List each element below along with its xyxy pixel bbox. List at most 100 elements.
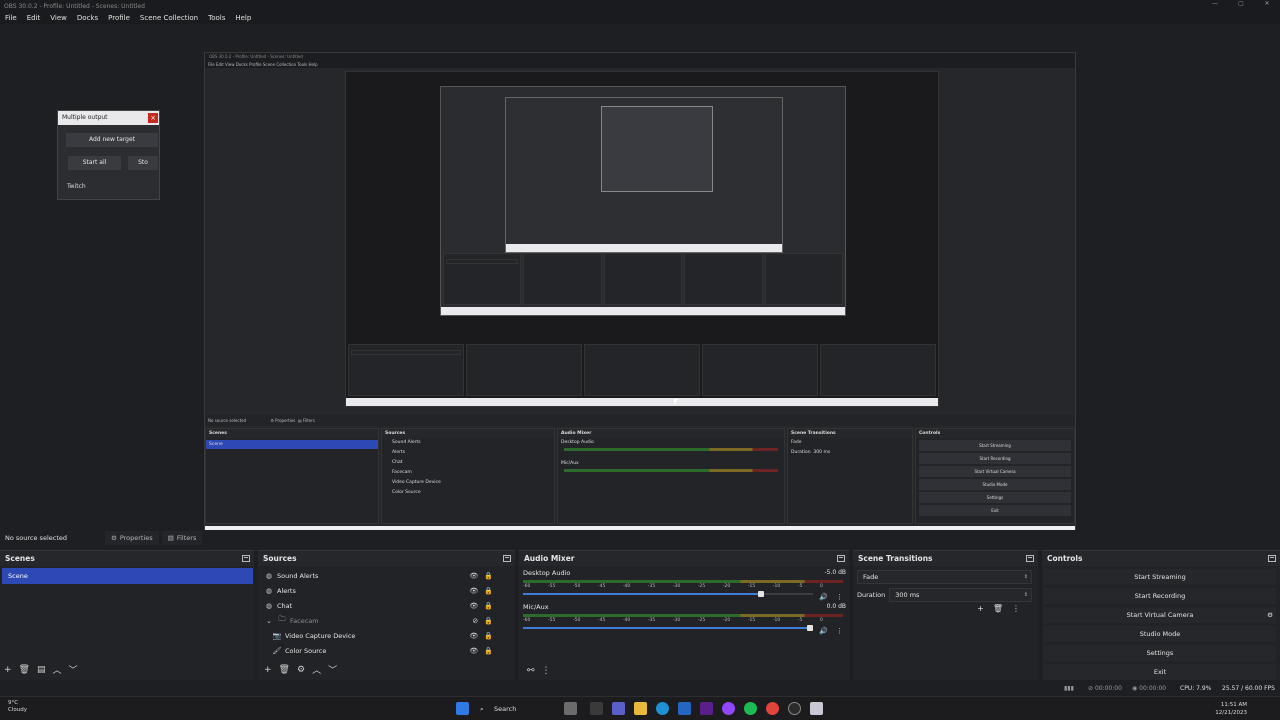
add-new-target-button[interactable]: Add new target — [66, 133, 158, 147]
track-name: Desktop Audio — [523, 569, 571, 577]
add-icon[interactable]: + — [977, 604, 984, 613]
app-icon[interactable] — [722, 702, 735, 715]
menu-scene-collection[interactable]: Scene Collection — [135, 12, 203, 24]
trash-icon[interactable]: 🗑 — [19, 665, 30, 675]
widget-icon[interactable] — [564, 702, 577, 715]
undock-icon[interactable] — [1268, 555, 1276, 562]
move-down-icon[interactable]: ﹀ — [328, 663, 337, 676]
menu-edit[interactable]: Edit — [22, 12, 46, 24]
source-group-row[interactable]: ⌄ 🗀 Facecam ⊘ 🔒 — [258, 613, 515, 628]
task-view-icon[interactable] — [590, 702, 603, 715]
file-explorer-icon[interactable] — [634, 702, 647, 715]
minimize-button[interactable]: — — [1202, 0, 1228, 7]
stop-all-button[interactable]: Sto — [128, 156, 158, 170]
link-icon[interactable]: ⚯ — [527, 666, 535, 676]
chevron-down-icon[interactable]: ⌄ — [264, 617, 274, 625]
weather-widget[interactable]: 9°C Cloudy — [8, 700, 27, 714]
start-streaming-button[interactable]: Start Streaming — [1044, 569, 1276, 585]
gear-icon[interactable]: ⚙ — [297, 665, 305, 675]
undock-icon[interactable] — [242, 555, 250, 562]
filter-icon[interactable]: ▤ — [37, 665, 46, 675]
start-all-button[interactable]: Start all — [68, 156, 121, 170]
nested-preview-3 — [505, 97, 783, 253]
app-icon[interactable] — [810, 702, 823, 715]
trash-icon[interactable]: 🗑 — [279, 665, 290, 675]
trash-icon[interactable]: 🗑 — [993, 604, 1003, 613]
studio-mode-button[interactable]: Studio Mode — [1044, 626, 1276, 642]
speaker-icon[interactable]: 🔊 — [819, 627, 828, 635]
start-virtual-camera-button[interactable]: Start Virtual Camera ⚙ — [1044, 607, 1276, 623]
duration-label: Duration — [857, 591, 886, 599]
volume-slider[interactable] — [523, 590, 813, 598]
globe-icon: ◍ — [265, 586, 273, 595]
exit-button[interactable]: Exit — [1044, 664, 1276, 680]
preview-canvas[interactable]: Multiple output × Add new target Start al… — [0, 24, 1280, 543]
spotify-icon[interactable] — [744, 702, 757, 715]
more-icon[interactable]: ⋮ — [1012, 604, 1020, 613]
move-up-icon[interactable]: ︿ — [53, 663, 62, 676]
move-down-icon[interactable]: ﹀ — [69, 663, 78, 676]
eye-icon[interactable]: 👁 — [469, 572, 478, 580]
windows-start-icon[interactable] — [456, 702, 469, 715]
edge-icon[interactable] — [656, 702, 669, 715]
menu-profile[interactable]: Profile — [103, 12, 135, 24]
system-clock[interactable]: 11:51 AM 12/21/2023 — [1215, 701, 1247, 717]
maximize-button[interactable]: ▢ — [1228, 0, 1254, 7]
undock-icon[interactable] — [1026, 555, 1034, 562]
add-icon[interactable]: + — [264, 665, 272, 675]
lock-icon[interactable]: 🔒 — [484, 617, 493, 625]
menu-view[interactable]: View — [45, 12, 72, 24]
menu-file[interactable]: File — [0, 12, 22, 24]
lock-icon[interactable]: 🔒 — [484, 632, 493, 640]
more-icon[interactable]: ⋮ — [542, 666, 551, 676]
menu-tools[interactable]: Tools — [203, 12, 230, 24]
close-button[interactable]: ✕ — [1254, 0, 1280, 7]
properties-button[interactable]: ⚙ Properties — [105, 531, 159, 545]
controls-title: Controls — [1047, 554, 1083, 563]
window-title: OBS 30.0.2 - Profile: Untitled - Scenes:… — [4, 2, 145, 10]
app-icon[interactable] — [700, 702, 713, 715]
taskbar-search[interactable]: ⌕ Search — [476, 701, 556, 717]
obs-icon[interactable] — [788, 702, 801, 715]
eye-icon[interactable]: 👁 — [469, 602, 478, 610]
close-icon[interactable]: × — [148, 113, 158, 123]
filters-button[interactable]: ▤ Filters — [161, 531, 203, 545]
source-row[interactable]: ◍ Sound Alerts 👁 🔒 — [258, 568, 515, 583]
menu-help[interactable]: Help — [230, 12, 256, 24]
source-row[interactable]: ◍ Alerts 👁 🔒 — [258, 583, 515, 598]
chrome-icon[interactable] — [766, 702, 779, 715]
lock-icon[interactable]: 🔒 — [484, 587, 493, 595]
multiple-output-title: Multiple output — [62, 114, 108, 121]
settings-button[interactable]: Settings — [1044, 645, 1276, 661]
audio-mixer-dock: Audio Mixer Desktop Audio -5.0 dB -60 -55… — [519, 550, 849, 680]
lock-icon[interactable]: 🔒 — [484, 602, 493, 610]
duration-input[interactable]: 300 ms ⇕ — [889, 588, 1032, 602]
move-up-icon[interactable]: ︿ — [312, 663, 321, 676]
lock-icon[interactable]: 🔒 — [484, 572, 493, 580]
source-row[interactable]: 🖌 Color Source 👁 🔒 — [258, 643, 515, 658]
volume-meter — [523, 614, 843, 617]
duration-row: Duration 300 ms ⇕ — [857, 588, 1032, 602]
start-recording-button[interactable]: Start Recording — [1044, 588, 1276, 604]
eye-icon[interactable]: 👁 — [469, 632, 478, 640]
add-icon[interactable]: + — [4, 665, 12, 675]
mixer-track-desktop: Desktop Audio -5.0 dB -60 -55 -50 -45 -40 -35… — [519, 566, 849, 601]
lock-icon[interactable]: 🔒 — [484, 647, 493, 655]
volume-slider[interactable] — [523, 624, 813, 632]
eye-icon[interactable]: 👁 — [469, 587, 478, 595]
inner-status-bar: No source selected ⚙ Properties ▤ Filter… — [205, 415, 1075, 426]
more-icon[interactable]: ⋮ — [836, 627, 843, 635]
sources-toolbar: + 🗑 ⚙ ︿ ﹀ — [264, 663, 337, 677]
source-row[interactable]: ◍ Chat 👁 🔒 — [258, 598, 515, 613]
undock-icon[interactable] — [503, 555, 511, 562]
transition-select[interactable]: Fade ⇕ — [857, 570, 1032, 584]
undock-icon[interactable] — [837, 555, 845, 562]
chat-icon[interactable] — [612, 702, 625, 715]
menu-docks[interactable]: Docks — [72, 12, 103, 24]
scene-item[interactable]: Scene — [2, 568, 253, 584]
store-icon[interactable] — [678, 702, 691, 715]
eye-icon[interactable]: 👁 — [469, 647, 478, 655]
source-row[interactable]: 📷 Video Capture Device 👁 🔒 — [258, 628, 515, 643]
gear-icon[interactable]: ⚙ — [1263, 607, 1277, 623]
eye-hidden-icon[interactable]: ⊘ — [472, 617, 478, 625]
